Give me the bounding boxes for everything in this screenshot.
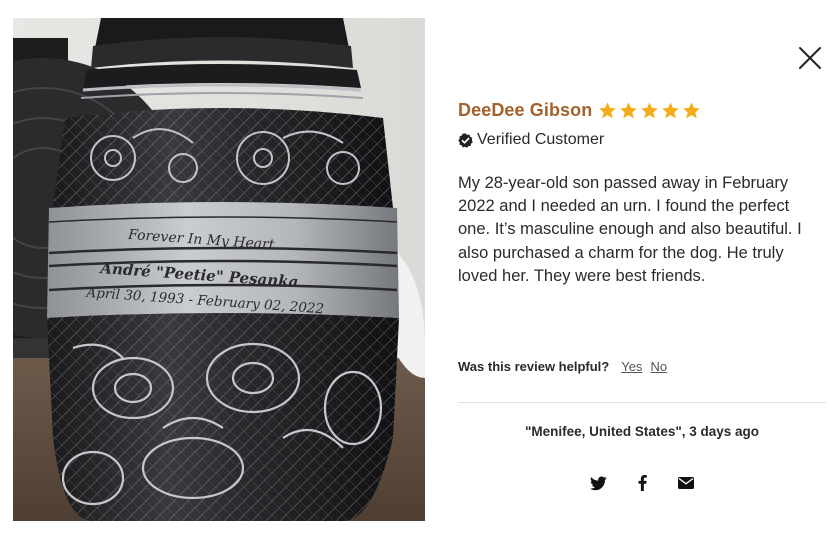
share-email-button[interactable]	[677, 474, 695, 492]
close-button[interactable]	[796, 44, 824, 72]
verified-label: Verified Customer	[477, 131, 605, 148]
twitter-icon	[589, 475, 607, 490]
review-body: My 28-year-old son passed away in Februa…	[458, 174, 802, 285]
reviewer-name: DeeDee Gibson	[458, 99, 593, 120]
verified-customer: Verified Customer	[458, 130, 604, 150]
divider	[458, 402, 826, 403]
helpful-no-link[interactable]: No	[650, 359, 667, 374]
star-icon	[662, 101, 680, 118]
star-icon	[599, 101, 617, 118]
star-icon	[641, 101, 659, 118]
email-icon	[678, 477, 694, 489]
review-photo[interactable]: Forever In My Heart André "Peetie" Pesan…	[13, 18, 425, 521]
share-twitter-button[interactable]	[589, 474, 607, 492]
star-icon	[620, 101, 638, 118]
helpful-prompt: Was this review helpful? Yes No	[458, 359, 667, 374]
close-icon	[799, 47, 821, 69]
star-icon	[683, 101, 701, 118]
share-bar	[589, 474, 695, 492]
review-header: DeeDee Gibson	[458, 97, 701, 123]
review-location-time: "Menifee, United States", 3 days ago	[524, 424, 760, 439]
helpful-yes-link[interactable]: Yes	[621, 359, 642, 374]
verified-badge-icon	[458, 132, 473, 148]
star-rating	[598, 101, 701, 120]
share-facebook-button[interactable]	[633, 474, 651, 492]
facebook-icon	[638, 475, 647, 491]
helpful-question: Was this review helpful?	[458, 359, 610, 374]
